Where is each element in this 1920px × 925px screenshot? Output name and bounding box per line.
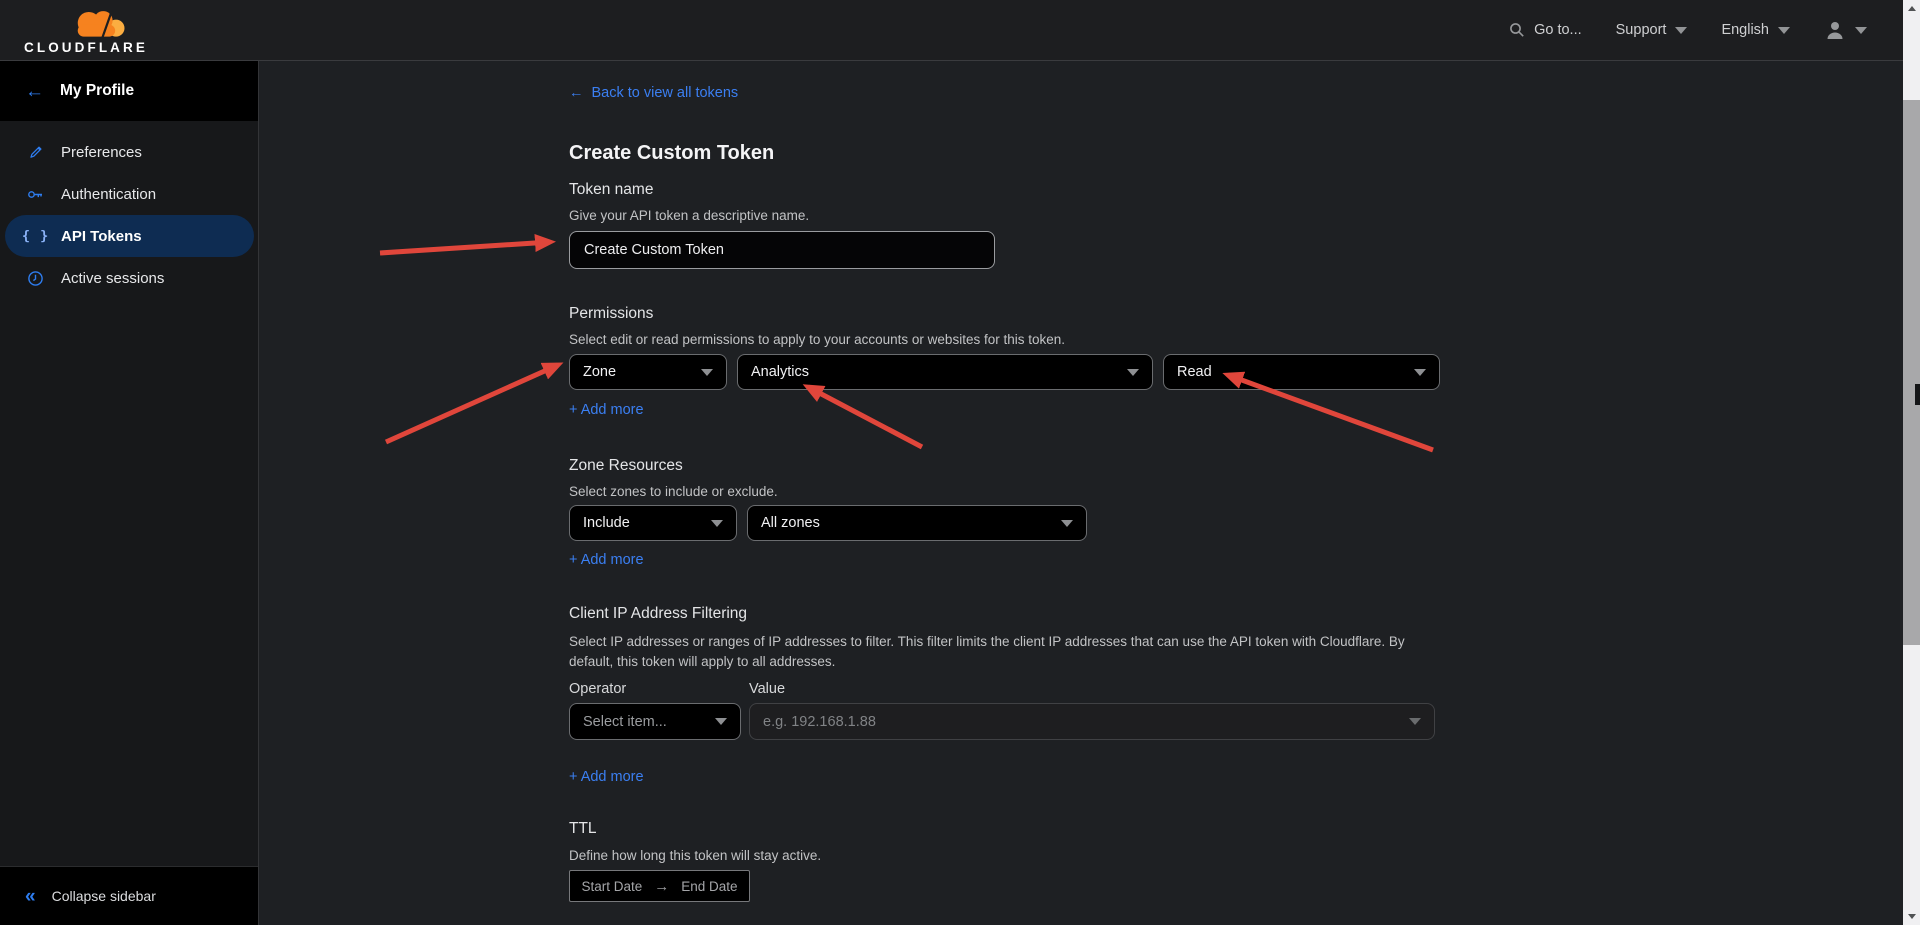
operator-label: Operator: [569, 681, 749, 697]
topbar: CLOUDFLARE Go to... Support English: [0, 0, 1903, 61]
topbar-controls: Go to... Support English: [1509, 20, 1867, 40]
cloudflare-logo[interactable]: CLOUDFLARE: [18, 6, 154, 55]
caret-down-icon: [715, 718, 727, 725]
sidebar-item-label: Active sessions: [61, 270, 164, 287]
page-title: Create Custom Token: [569, 142, 1903, 165]
end-date-label: End Date: [681, 879, 737, 894]
braces-icon: { }: [27, 228, 44, 245]
value-label: Value: [749, 681, 785, 697]
permission-access-select[interactable]: Read: [1163, 354, 1440, 390]
collapse-sidebar-label: Collapse sidebar: [52, 888, 156, 904]
key-icon: [27, 186, 44, 203]
ip-value-input[interactable]: e.g. 192.168.1.88: [749, 703, 1435, 740]
zone-resources-add-more-link[interactable]: + Add more: [569, 552, 644, 568]
scroll-down-arrow[interactable]: [1903, 908, 1920, 925]
caret-down-icon: [1414, 369, 1426, 376]
sidebar: ← My Profile Preferences Authentication …: [0, 61, 259, 925]
support-menu[interactable]: Support: [1616, 22, 1688, 38]
goto-search[interactable]: Go to...: [1509, 22, 1582, 38]
permission-group-select[interactable]: Analytics: [737, 354, 1153, 390]
zone-resources-description: Select zones to include or exclude.: [569, 484, 1903, 500]
back-link-label: Back to view all tokens: [592, 85, 739, 101]
operator-placeholder: Select item...: [583, 714, 667, 730]
sidebar-item-label: Preferences: [61, 144, 142, 161]
collapse-sidebar-button[interactable]: « Collapse sidebar: [0, 866, 258, 925]
zone-include-select[interactable]: Include: [569, 505, 737, 541]
scrollbar: [1903, 0, 1920, 925]
logo-wordmark: CLOUDFLARE: [24, 41, 148, 55]
ip-filtering-add-more-link[interactable]: + Add more: [569, 769, 644, 785]
ttl-label: TTL: [569, 820, 1903, 838]
language-menu[interactable]: English: [1721, 22, 1790, 38]
user-icon: [1824, 20, 1846, 40]
ip-filtering-label: Client IP Address Filtering: [569, 605, 1903, 623]
sidebar-header: ← My Profile: [0, 61, 258, 121]
permissions-add-more-link[interactable]: + Add more: [569, 402, 644, 418]
sidebar-item-preferences[interactable]: Preferences: [5, 131, 254, 173]
caret-down-icon: [1778, 27, 1790, 34]
language-label: English: [1721, 22, 1769, 38]
caret-down-icon: [1127, 369, 1139, 376]
sidebar-item-active-sessions[interactable]: Active sessions: [5, 257, 254, 299]
token-name-label: Token name: [569, 181, 1903, 199]
caret-down-icon: [701, 369, 713, 376]
ttl-date-range-picker[interactable]: Start Date → End Date: [569, 870, 750, 902]
search-icon: [1509, 22, 1525, 38]
sidebar-item-label: API Tokens: [61, 228, 142, 245]
main-content: ← Back to view all tokens Create Custom …: [260, 62, 1903, 925]
permissions-description: Select edit or read permissions to apply…: [569, 332, 1903, 348]
caret-down-icon: [1855, 27, 1867, 34]
sidebar-title: My Profile: [60, 82, 134, 100]
ttl-description: Define how long this token will stay act…: [569, 848, 1903, 864]
cloudflare-cloud-icon: [57, 6, 141, 40]
sidebar-item-authentication[interactable]: Authentication: [5, 173, 254, 215]
permission-group-value: Analytics: [751, 364, 809, 380]
permission-scope-select[interactable]: Zone: [569, 354, 727, 390]
ip-filtering-row: Select item... e.g. 192.168.1.88: [569, 703, 1903, 740]
goto-label: Go to...: [1534, 22, 1582, 38]
permission-access-value: Read: [1177, 364, 1212, 380]
zone-include-value: Include: [583, 515, 630, 531]
scrollbar-thumb[interactable]: [1903, 100, 1920, 645]
clock-icon: [27, 270, 44, 287]
token-name-description: Give your API token a descriptive name.: [569, 208, 1903, 224]
permissions-label: Permissions: [569, 305, 1903, 323]
zone-target-value: All zones: [761, 515, 820, 531]
sidebar-item-api-tokens[interactable]: { } API Tokens: [5, 215, 254, 257]
pencil-icon: [27, 144, 44, 161]
ip-value-placeholder: e.g. 192.168.1.88: [763, 714, 876, 730]
ip-filtering-description: Select IP addresses or ranges of IP addr…: [569, 632, 1437, 672]
account-menu[interactable]: [1824, 20, 1867, 40]
zone-target-select[interactable]: All zones: [747, 505, 1087, 541]
caret-down-icon: [1675, 27, 1687, 34]
scrollbar-notch: [1915, 384, 1920, 405]
caret-down-icon: [1409, 718, 1421, 725]
zone-resources-row: Include All zones: [569, 505, 1903, 541]
back-arrow-icon: ←: [569, 85, 584, 101]
start-date-label: Start Date: [581, 879, 642, 894]
sidebar-item-label: Authentication: [61, 186, 156, 203]
support-label: Support: [1616, 22, 1667, 38]
zone-resources-label: Zone Resources: [569, 457, 1903, 475]
token-name-input[interactable]: [569, 231, 995, 269]
sidebar-nav: Preferences Authentication { } API Token…: [0, 121, 258, 299]
back-arrow-icon[interactable]: ←: [25, 82, 44, 101]
permission-scope-value: Zone: [583, 364, 616, 380]
scroll-up-arrow[interactable]: [1903, 0, 1920, 17]
caret-down-icon: [711, 520, 723, 527]
caret-down-icon: [1061, 520, 1073, 527]
double-chevron-left-icon: «: [25, 887, 36, 906]
operator-select[interactable]: Select item...: [569, 703, 741, 740]
back-to-tokens-link[interactable]: ← Back to view all tokens: [569, 85, 738, 101]
ip-filtering-column-labels: Operator Value: [569, 681, 1903, 697]
permissions-row: Zone Analytics Read: [569, 354, 1903, 390]
arrow-right-icon: →: [654, 878, 669, 895]
